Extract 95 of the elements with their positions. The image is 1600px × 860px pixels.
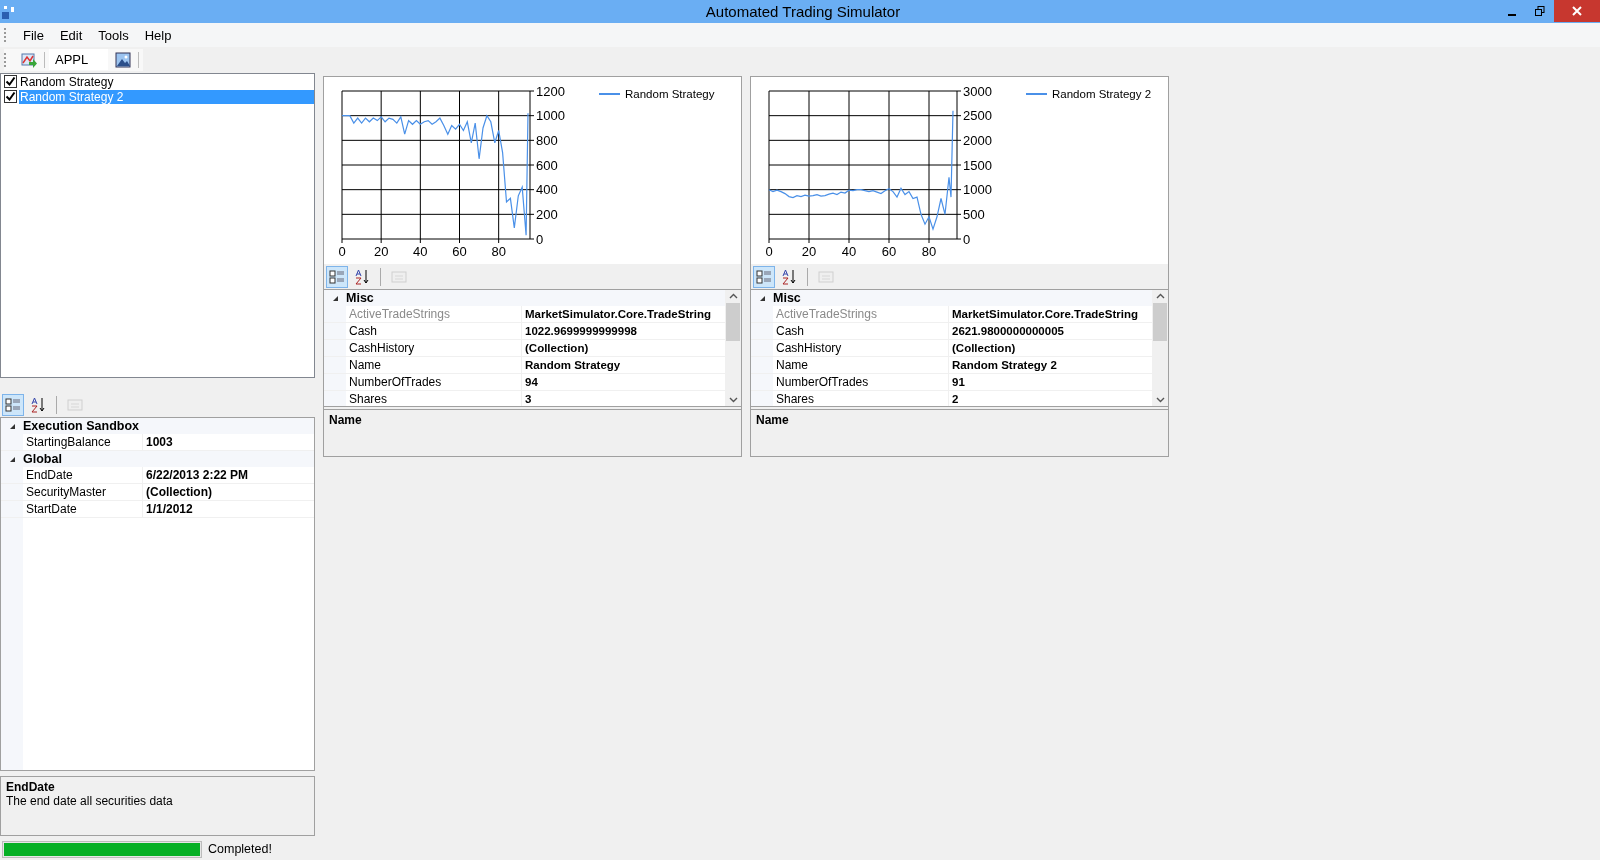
property-name[interactable]: EndDate — [23, 467, 143, 483]
menu-item[interactable]: Tools — [91, 25, 136, 45]
category-label: Global — [23, 452, 62, 466]
property-name[interactable]: CashHistory — [773, 340, 949, 356]
y-tick-label: 0 — [963, 231, 971, 247]
legend-label: Random Strategy 2 — [1052, 88, 1152, 100]
property-name[interactable]: StartDate — [23, 501, 143, 517]
property-name[interactable]: Name — [773, 357, 949, 373]
property-value[interactable]: 6/22/2013 2:22 PM — [143, 467, 314, 483]
picture-icon — [115, 51, 132, 68]
categorized-button[interactable] — [753, 265, 775, 288]
description-title: Name — [329, 413, 363, 427]
collapse-icon[interactable] — [8, 455, 16, 463]
collapse-icon[interactable] — [758, 294, 766, 302]
property-name[interactable]: NumberOfTrades — [773, 374, 949, 390]
close-button[interactable] — [1554, 0, 1600, 22]
property-name[interactable]: Shares — [773, 391, 949, 406]
checkbox[interactable] — [4, 75, 17, 88]
scrollbar[interactable] — [1152, 289, 1168, 406]
y-tick-label: 600 — [536, 157, 558, 173]
menu-item[interactable]: Edit — [52, 25, 90, 45]
collapse-icon[interactable] — [8, 422, 16, 430]
description-title: Name — [756, 413, 790, 427]
property-name[interactable]: SecurityMaster — [23, 484, 143, 500]
description-title: EndDate — [6, 780, 56, 794]
property-name[interactable]: Cash — [773, 323, 949, 339]
x-tick-label: 60 — [881, 244, 897, 259]
property-name[interactable]: CashHistory — [346, 340, 522, 356]
y-tick-label: 2000 — [963, 132, 992, 148]
restore-icon — [1535, 6, 1545, 16]
x-tick-label: 0 — [338, 244, 346, 259]
x-tick-label: 80 — [921, 244, 937, 259]
collapse-icon[interactable] — [331, 294, 339, 302]
property-value[interactable]: 1/1/2012 — [143, 501, 314, 517]
y-tick-label: 1000 — [536, 108, 565, 124]
property-value[interactable]: 2621.9800000000005 — [949, 323, 1152, 339]
property-value[interactable]: Random Strategy — [522, 357, 725, 373]
category-label: Execution Sandbox — [23, 419, 139, 433]
y-tick-label: 3000 — [963, 83, 992, 99]
y-tick-label: 1200 — [536, 83, 565, 99]
property-name[interactable]: Name — [346, 357, 522, 373]
scroll-up-icon[interactable] — [1155, 293, 1165, 299]
x-tick-label: 20 — [801, 244, 817, 259]
property-name[interactable]: ActiveTradeStrings — [346, 306, 522, 322]
y-tick-label: 1500 — [963, 157, 992, 173]
y-tick-label: 1000 — [963, 182, 992, 198]
property-value[interactable]: MarketSimulator.Core.TradeString — [949, 306, 1152, 322]
property-value[interactable]: 91 — [949, 374, 1152, 390]
x-tick-label: 20 — [373, 244, 389, 259]
description-text: The end date all securities data — [6, 794, 174, 808]
y-tick-label: 200 — [536, 206, 558, 222]
y-tick-label: 2500 — [963, 108, 992, 124]
x-tick-label: 80 — [491, 244, 506, 259]
menu-item[interactable]: File — [16, 25, 51, 45]
y-tick-label: 0 — [536, 231, 544, 247]
property-value[interactable]: (Collection) — [949, 340, 1152, 356]
x-tick-label: 60 — [452, 244, 467, 259]
status-text: Completed! — [208, 842, 272, 856]
symbol-field[interactable]: APPL — [49, 49, 109, 70]
x-tick-label: 0 — [765, 244, 773, 259]
property-name[interactable]: StartingBalance — [23, 434, 143, 450]
scroll-down-icon[interactable] — [1155, 397, 1165, 403]
close-icon — [1572, 6, 1582, 16]
categorized-button[interactable] — [2, 393, 24, 416]
scroll-up-icon[interactable] — [728, 293, 738, 299]
run-button[interactable] — [18, 50, 40, 69]
property-value[interactable]: 94 — [522, 374, 725, 390]
y-tick-label: 500 — [963, 206, 985, 222]
property-value[interactable]: 1003 — [143, 434, 314, 450]
minimize-icon — [1508, 13, 1516, 16]
scrollbar[interactable] — [725, 289, 741, 406]
property-value[interactable]: 2 — [949, 391, 1152, 406]
categorized-button[interactable] — [326, 265, 348, 288]
menu-item[interactable]: Help — [137, 25, 179, 45]
property-value[interactable]: (Collection) — [143, 484, 314, 500]
legend-label: Random Strategy — [625, 88, 715, 100]
strategy-item[interactable]: Random Strategy — [19, 74, 314, 89]
property-value[interactable]: 3 — [522, 391, 725, 406]
scroll-down-icon[interactable] — [728, 397, 738, 403]
property-value[interactable]: MarketSimulator.Core.TradeString — [522, 306, 725, 322]
y-tick-label: 800 — [536, 132, 558, 148]
category-label: Misc — [346, 291, 374, 305]
checkbox[interactable] — [4, 90, 17, 103]
property-value[interactable]: Random Strategy 2 — [949, 357, 1152, 373]
property-value[interactable]: 1022.9699999999998 — [522, 323, 725, 339]
x-tick-label: 40 — [841, 244, 857, 259]
property-name[interactable]: ActiveTradeStrings — [773, 306, 949, 322]
y-tick-label: 400 — [536, 182, 558, 198]
window-title: Automated Trading Simulator — [704, 3, 902, 20]
property-name[interactable]: Cash — [346, 323, 522, 339]
category-label: Misc — [773, 291, 801, 305]
property-name[interactable]: Shares — [346, 391, 522, 406]
property-value[interactable]: (Collection) — [522, 340, 725, 356]
property-name[interactable]: NumberOfTrades — [346, 374, 522, 390]
x-tick-label: 40 — [413, 244, 428, 259]
